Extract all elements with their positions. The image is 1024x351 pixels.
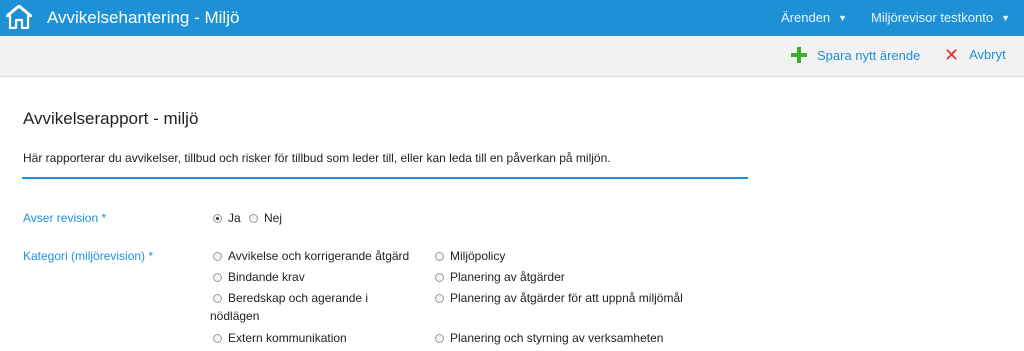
caret-down-icon: ▼ (1001, 12, 1011, 23)
radio-button[interactable] (249, 214, 258, 224)
radio-label: Extern kommunikation (228, 331, 347, 345)
radio-label: Miljöpolicy (450, 249, 506, 263)
radio-button[interactable] (213, 252, 222, 262)
radio-kategori-miljopolicy[interactable]: Miljöpolicy (435, 247, 505, 265)
radio-kategori-beredskap[interactable]: Beredskap och agerande i nödlägen (210, 289, 415, 325)
radio-label: Nej (264, 211, 283, 225)
save-button-label: Spara nytt ärende (817, 47, 921, 63)
close-icon: ✕ (944, 44, 960, 65)
radio-kategori-avvikelse[interactable]: Avvikelse och korrigerande åtgärd (213, 247, 409, 265)
radio-button[interactable] (435, 334, 444, 344)
form-title: Avvikelserapport - miljö (23, 109, 199, 128)
radio-button[interactable] (213, 294, 222, 304)
radio-button[interactable] (213, 334, 222, 344)
menu-arenden[interactable]: Ärenden ▼ (781, 10, 847, 25)
radio-kategori-planering-atgarder[interactable]: Planering av åtgärder (435, 268, 565, 286)
menu-account[interactable]: Miljörevisor testkonto ▼ (871, 10, 1010, 25)
radio-label: Planering av åtgärder för att uppnå milj… (450, 291, 683, 305)
radio-kategori-bindande-krav[interactable]: Bindande krav (213, 268, 305, 286)
radio-label: Avvikelse och korrigerande åtgärd (228, 249, 410, 263)
cancel-button-label: Avbryt (969, 47, 1006, 62)
radio-label: Ja (228, 211, 241, 225)
radio-label: Beredskap och agerande i nödlägen (210, 291, 369, 323)
plus-icon (791, 47, 807, 63)
caret-down-icon: ▼ (838, 12, 848, 23)
menu-account-label: Miljörevisor testkonto (871, 10, 994, 25)
radio-kategori-styrning[interactable]: Planering och styrning av verksamheten (435, 329, 663, 347)
action-toolbar: Spara nytt ärende ✕ Avbryt (0, 36, 1024, 77)
home-icon[interactable] (6, 5, 32, 29)
radio-kategori-extern-kommunikation[interactable]: Extern kommunikation (213, 329, 347, 347)
radio-button[interactable] (435, 252, 444, 262)
radio-label: Planering och styrning av verksamheten (450, 331, 664, 345)
radio-button[interactable] (435, 273, 444, 283)
form-intro: Här rapporterar du avvikelser, tillbud o… (23, 151, 611, 165)
revision-label: Avser revision * (23, 211, 107, 225)
title-divider (22, 177, 748, 179)
radio-button[interactable] (213, 273, 222, 283)
radio-button[interactable] (435, 294, 444, 304)
kategori-label: Kategori (miljörevision) * (23, 249, 154, 263)
top-navbar: Avvikelsehantering - Miljö Ärenden ▼ Mil… (0, 0, 1024, 36)
save-new-case-button[interactable]: Spara nytt ärende (791, 47, 920, 63)
cancel-button[interactable]: ✕ Avbryt (944, 44, 1006, 65)
radio-label: Bindande krav (228, 270, 305, 284)
radio-kategori-miljomal[interactable]: Planering av åtgärder för att uppnå milj… (435, 289, 683, 307)
app-title: Avvikelsehantering - Miljö (47, 8, 240, 27)
radio-button[interactable] (213, 214, 222, 224)
radio-label: Planering av åtgärder (450, 270, 565, 284)
radio-revision-ja[interactable]: Ja (213, 209, 241, 227)
menu-arenden-label: Ärenden (781, 10, 831, 25)
radio-revision-nej[interactable]: Nej (249, 209, 282, 227)
